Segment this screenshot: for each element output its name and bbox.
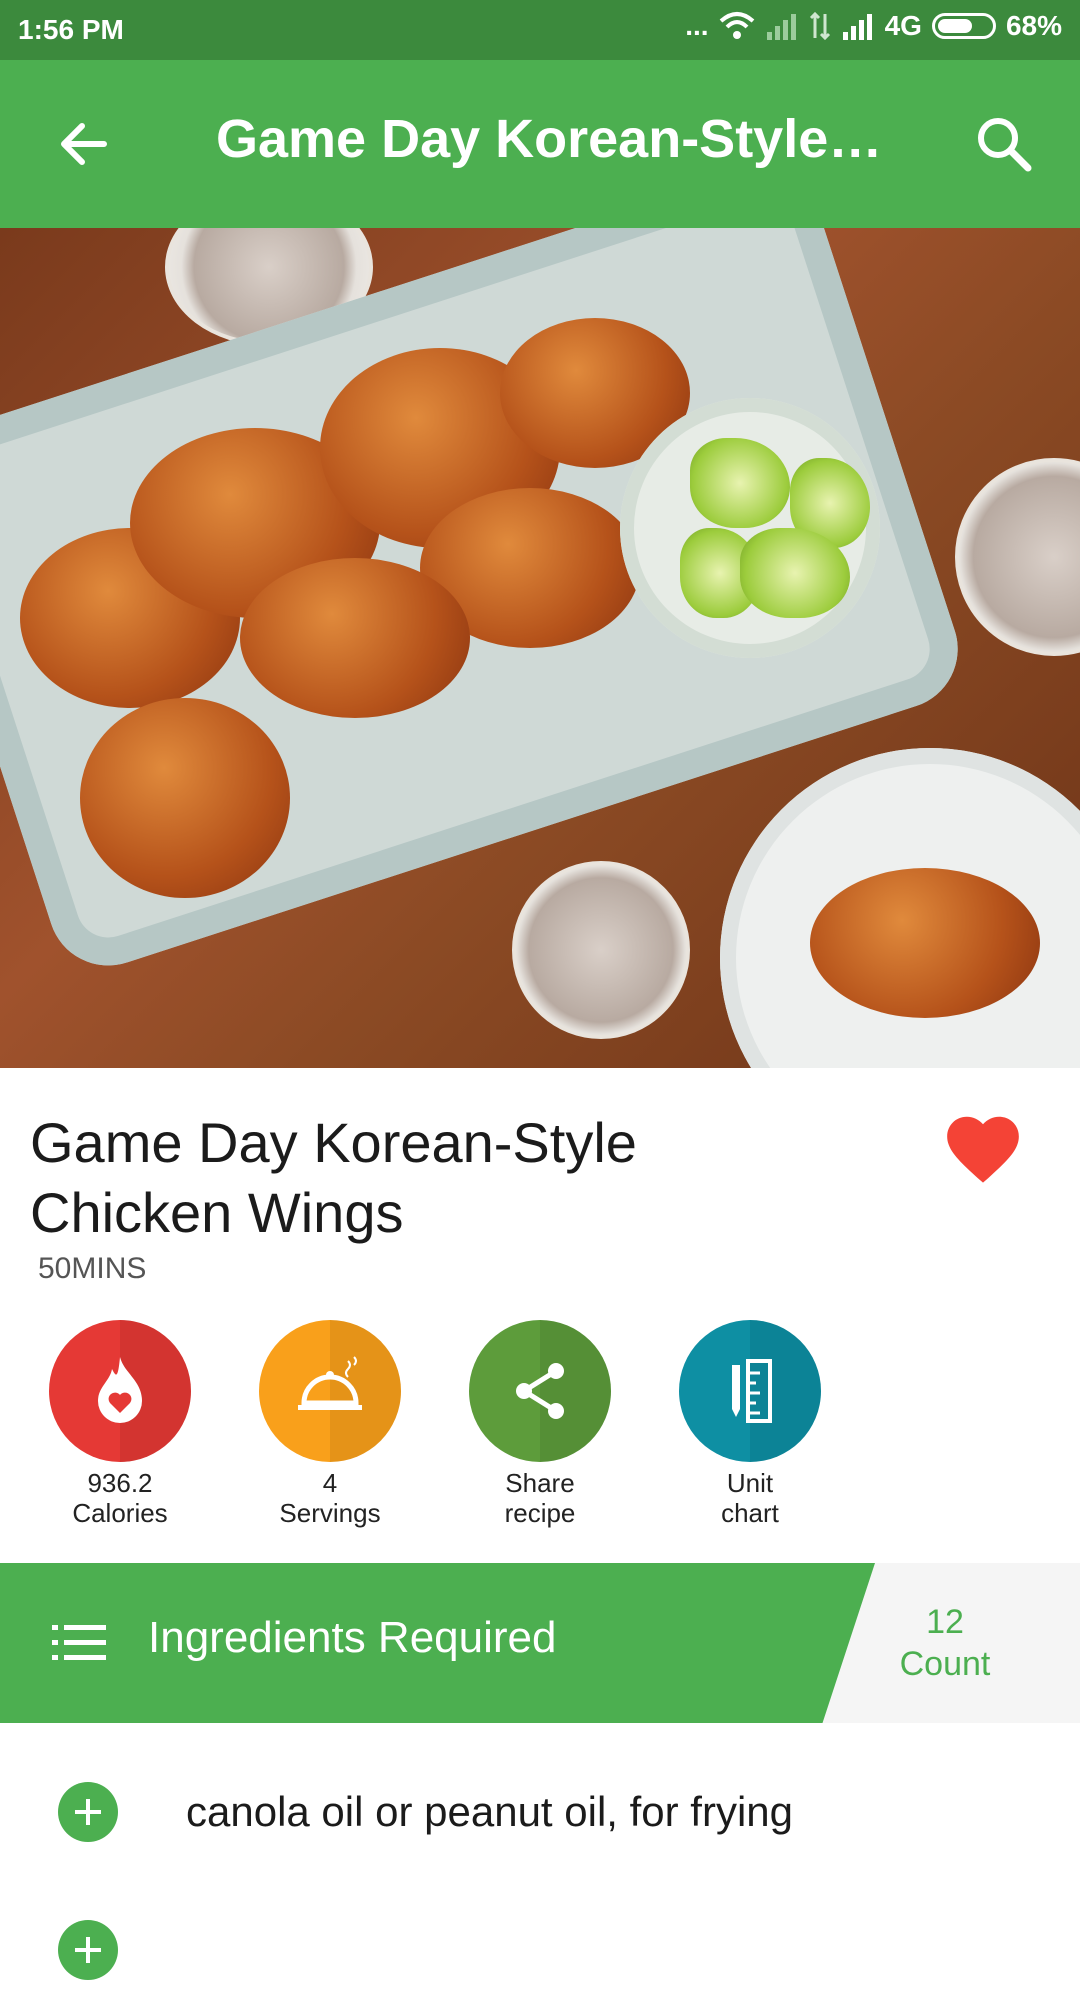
calories-flame-heart-icon	[98, 1357, 142, 1423]
status-bar: 1:56 PM ... 4G 68%	[0, 0, 1080, 60]
heart-icon[interactable]	[940, 1106, 1026, 1192]
recipe-title: Game Day Korean-Style Chicken Wings	[30, 1108, 790, 1248]
ingredient-count-label: Count	[899, 1645, 991, 1683]
unit-label-2: chart	[721, 1498, 779, 1528]
signal-strong-icon	[842, 14, 872, 40]
page-title: Game Day Korean-Style…	[216, 109, 883, 169]
status-time: 1:56 PM	[18, 14, 124, 45]
share-circle	[469, 1320, 611, 1462]
recipe-title-line-2: Chicken Wings	[30, 1181, 404, 1244]
add-ingredient-icon[interactable]	[58, 1782, 118, 1842]
recipe-actions: 936.2 Calories 4 Servings Share recipe Unit…	[0, 1320, 1080, 1550]
calories-button[interactable]: 936.2 Calories	[30, 1320, 210, 1528]
list-item: canola oil or peanut oil, for frying	[0, 1768, 1080, 1888]
recipe-duration: 50MINS	[38, 1252, 147, 1285]
signal-weak-icon	[766, 14, 796, 40]
battery-percent: 68%	[1005, 10, 1062, 41]
app-bar: Game Day Korean-Style…	[0, 60, 1080, 228]
servings-value: 4	[322, 1468, 338, 1498]
cloche-servings-icon	[298, 1356, 362, 1410]
calories-label: Calories	[72, 1498, 168, 1528]
arrow-left-icon[interactable]	[52, 112, 116, 176]
unit-chart-circle	[679, 1320, 821, 1462]
ingredient-count: 12 Count	[880, 1601, 1010, 1685]
data-transfer-icon	[809, 12, 830, 40]
add-ingredient-icon[interactable]	[58, 1920, 118, 1980]
more-dots: ...	[685, 10, 709, 41]
network-type: 4G	[884, 10, 922, 41]
recipe-photo	[0, 228, 1080, 1068]
ingredient-text: canola oil or peanut oil, for frying	[186, 1788, 794, 1835]
wifi-icon	[719, 12, 754, 39]
ingredient-count-value: 12	[926, 1603, 964, 1641]
list-icon	[52, 1625, 106, 1660]
search-icon[interactable]	[972, 112, 1036, 176]
calories-circle	[49, 1320, 191, 1462]
servings-label: Servings	[279, 1498, 381, 1528]
share-icon	[516, 1363, 564, 1419]
share-recipe-button[interactable]: Share recipe	[450, 1320, 630, 1528]
battery-icon	[931, 13, 996, 39]
unit-chart-button[interactable]: Unit chart	[660, 1320, 840, 1528]
recipe-title-line-1: Game Day Korean-Style	[30, 1111, 637, 1174]
ingredients-title: Ingredients Required	[148, 1613, 557, 1662]
ingredients-header: Ingredients Required 12 Count	[0, 1563, 1080, 1723]
servings-button[interactable]: 4 Servings	[240, 1320, 420, 1528]
unit-label-1: Unit	[726, 1468, 774, 1498]
servings-circle	[259, 1320, 401, 1462]
calories-value: 936.2	[87, 1468, 153, 1498]
share-label-1: Share	[505, 1468, 575, 1498]
status-icons: ... 4G 68%	[685, 10, 1062, 42]
share-label-2: recipe	[504, 1498, 576, 1528]
list-item	[0, 1888, 1080, 2008]
unit-chart-icon	[732, 1359, 772, 1423]
